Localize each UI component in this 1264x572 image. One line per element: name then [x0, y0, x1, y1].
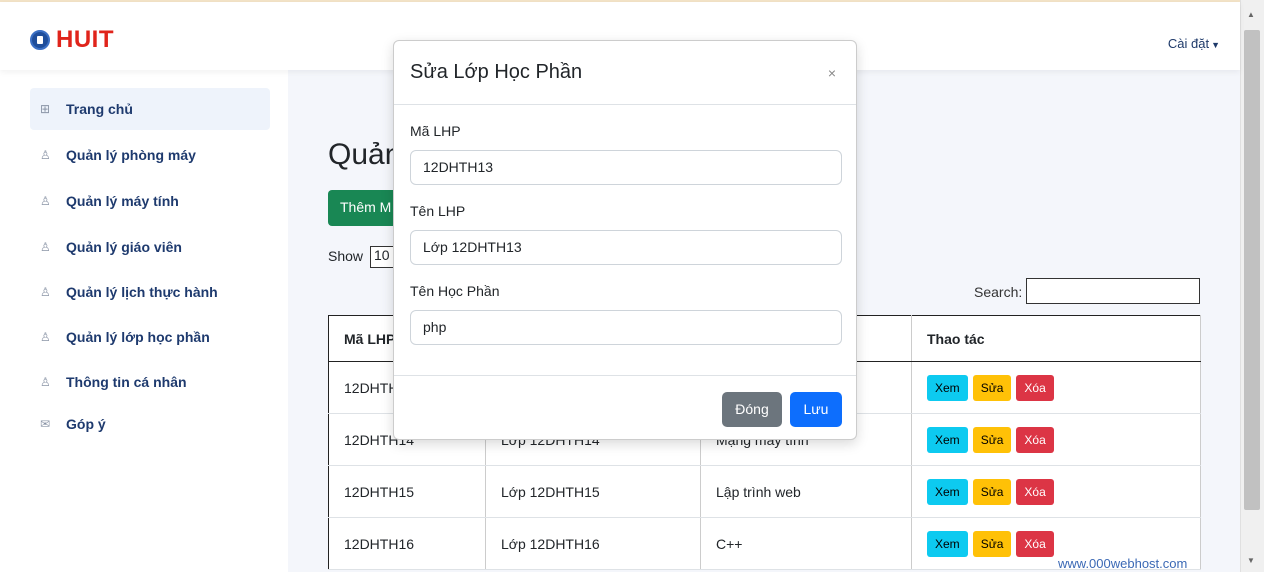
- close-icon[interactable]: ×: [828, 65, 836, 81]
- ma-lhp-label: Mã LHP: [410, 123, 461, 139]
- close-button[interactable]: Đóng: [722, 392, 782, 427]
- ten-lhp-input[interactable]: Lớp 12DHTH13: [410, 230, 842, 265]
- ten-hoc-phan-label: Tên Học Phần: [410, 283, 500, 299]
- edit-class-modal: Sửa Lớp Học Phần × Mã LHP 12DHTH13 Tên L…: [393, 40, 857, 440]
- modal-footer: Đóng Lưu: [394, 375, 856, 441]
- scroll-down-arrow-icon[interactable]: ▼: [1247, 556, 1255, 565]
- ten-lhp-label: Tên LHP: [410, 203, 466, 219]
- modal-header: Sửa Lớp Học Phần ×: [394, 41, 856, 105]
- page-scrollbar[interactable]: ▲ ▼: [1240, 0, 1264, 572]
- ma-lhp-input[interactable]: 12DHTH13: [410, 150, 842, 185]
- scroll-up-arrow-icon[interactable]: ▲: [1247, 10, 1255, 19]
- ten-hoc-phan-input[interactable]: php: [410, 310, 842, 345]
- scroll-thumb[interactable]: [1244, 30, 1260, 510]
- modal-title: Sửa Lớp Học Phần: [410, 61, 583, 83]
- save-button[interactable]: Lưu: [790, 392, 842, 427]
